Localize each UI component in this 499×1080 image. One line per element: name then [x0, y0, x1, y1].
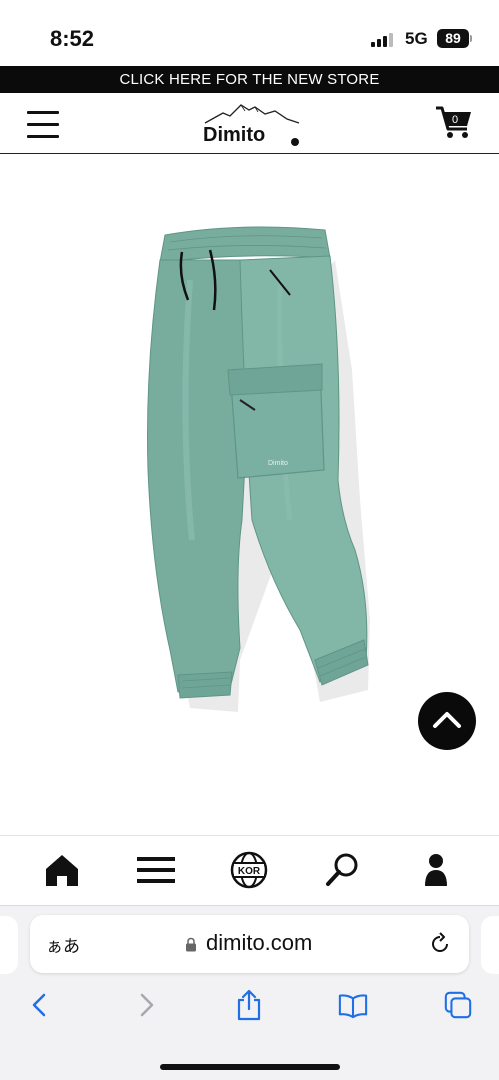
language-code: KOR: [238, 866, 261, 877]
lock-icon: [186, 937, 196, 952]
battery-icon: [470, 35, 472, 42]
network-type: 5G: [405, 29, 428, 48]
chevron-up-icon: [433, 712, 461, 728]
cart-button[interactable]: 0: [434, 105, 474, 141]
svg-text:Dimito: Dimito: [268, 460, 288, 467]
nav-menu-button[interactable]: [136, 850, 176, 890]
signal-strength-icon: [371, 33, 397, 47]
status-bar: 8:52 5G 89: [0, 0, 499, 66]
home-indicator: [160, 1064, 340, 1070]
new-store-banner-link[interactable]: CLICK HERE FOR THE NEW STORE: [0, 66, 499, 93]
logo-text: Dimito: [203, 124, 266, 146]
status-time: 8:52: [50, 26, 95, 51]
share-icon[interactable]: [234, 989, 264, 1021]
scroll-to-top-button[interactable]: [418, 692, 476, 750]
home-icon: [46, 855, 78, 886]
mountain-logo-icon: [204, 104, 300, 124]
registered-mark-icon: [291, 138, 299, 146]
user-icon: [425, 854, 447, 886]
product-gallery: Dimito: [0, 155, 499, 835]
nav-search-button[interactable]: [322, 850, 362, 890]
browser-toolbar: ぁあ dimito.com: [0, 905, 499, 1080]
menu-icon: [137, 857, 175, 883]
menu-icon[interactable]: [27, 111, 59, 138]
globe-icon: KOR: [230, 851, 268, 889]
product-image-cargo-pants[interactable]: Dimito: [130, 220, 380, 715]
forward-icon[interactable]: [132, 989, 162, 1021]
search-icon: [326, 853, 358, 886]
back-icon[interactable]: [24, 989, 54, 1021]
nav-account-button[interactable]: [416, 850, 456, 890]
address-bar[interactable]: ぁあ dimito.com: [30, 915, 469, 973]
site-header: Dimito 0: [0, 93, 499, 154]
brand-logo[interactable]: Dimito: [203, 101, 303, 147]
bookmarks-icon[interactable]: [338, 989, 368, 1021]
nav-language-button[interactable]: KOR: [229, 850, 269, 890]
url-text: dimito.com: [206, 930, 313, 955]
tabs-icon[interactable]: [443, 989, 473, 1021]
reload-icon[interactable]: [428, 932, 452, 956]
next-tab-peek[interactable]: [481, 916, 499, 974]
battery-level: 89: [437, 29, 469, 48]
cart-count-badge: 0: [451, 114, 459, 126]
previous-tab-peek[interactable]: [0, 916, 18, 974]
nav-home-button[interactable]: [42, 850, 82, 890]
bottom-site-nav: KOR: [0, 835, 499, 905]
page-settings-button[interactable]: ぁあ: [46, 932, 80, 957]
